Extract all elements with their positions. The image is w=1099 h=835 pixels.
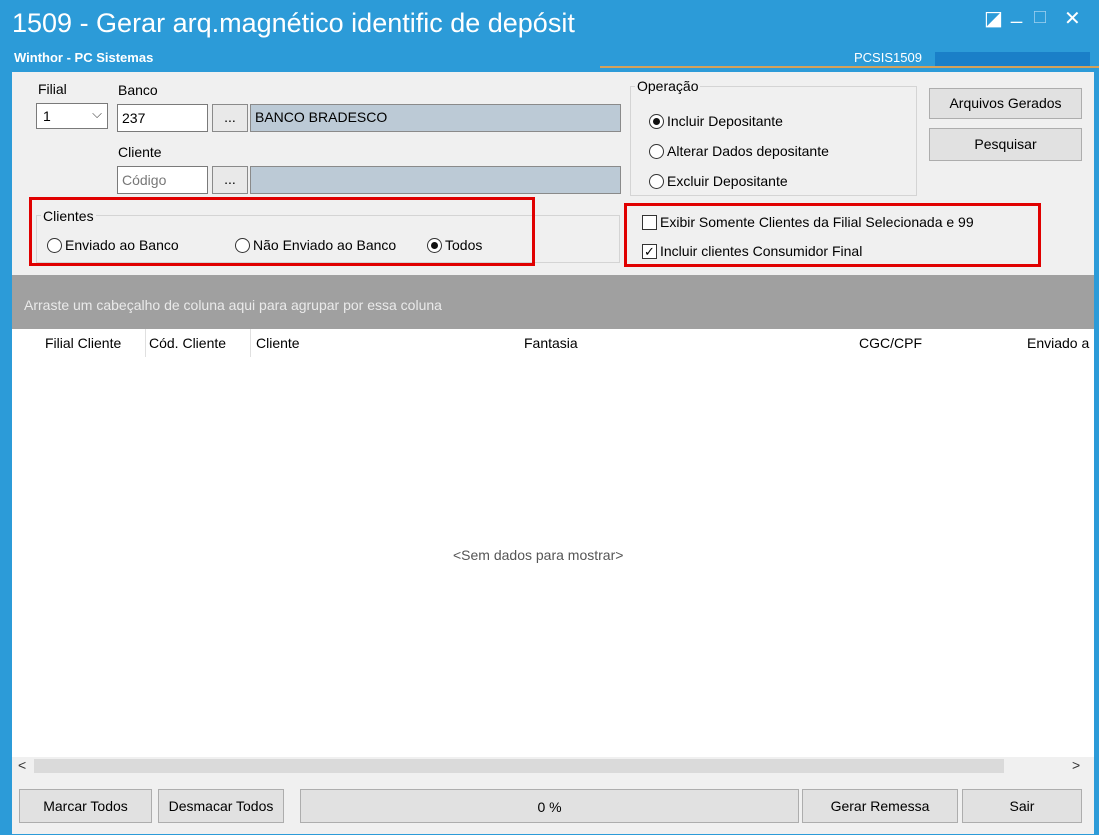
radio-alterar-depositante[interactable]: Alterar Dados depositante [649, 143, 829, 159]
progress-text: 0 % [537, 799, 562, 815]
window-edge [1094, 72, 1099, 835]
radio-incluir-depositante[interactable]: Incluir Depositante [649, 113, 783, 129]
cliente-code-input[interactable]: Código [117, 166, 208, 194]
operacao-title: Operação [635, 78, 701, 94]
horizontal-scrollbar[interactable]: < > [12, 757, 1094, 775]
filial-value: 1 [43, 108, 51, 124]
marcar-todos-button[interactable]: Marcar Todos [19, 789, 152, 823]
minimize-icon[interactable]: _ [1011, 2, 1022, 25]
column-header-cgc-cpf[interactable]: CGC/CPF [859, 335, 922, 351]
app-subtitle: Winthor - PC Sistemas [14, 50, 154, 65]
cliente-lookup-button[interactable]: ... [212, 166, 248, 194]
filial-select[interactable]: 1 ⌵ [36, 103, 108, 129]
radio-selected-icon [649, 113, 664, 129]
banco-label: Banco [118, 82, 158, 98]
empty-grid-message: <Sem dados para mostrar> [453, 547, 624, 563]
column-header-enviado[interactable]: Enviado a [1027, 335, 1094, 351]
gerar-remessa-button[interactable]: Gerar Remessa [802, 789, 958, 823]
highlight-box-checkboxes [624, 203, 1041, 267]
chevron-down-icon: ⌵ [92, 106, 102, 121]
scrollbar-thumb[interactable] [34, 759, 1004, 773]
highlight-box-clientes [29, 197, 535, 266]
banco-lookup-button[interactable]: ... [212, 104, 248, 132]
title-bar: 1509 - Gerar arq.magnético identific de … [0, 0, 1099, 72]
column-header-filial-cliente[interactable]: Filial Cliente [45, 335, 121, 351]
radio-label: Excluir Depositante [667, 173, 788, 189]
cliente-name-field [250, 166, 621, 194]
progress-bar: 0 % [300, 789, 799, 823]
radio-label: Alterar Dados depositante [667, 143, 829, 159]
title-accent-bar [935, 52, 1090, 66]
operacao-groupbox: Operação Incluir Depositante Alterar Dad… [630, 78, 917, 196]
arquivos-gerados-button[interactable]: Arquivos Gerados [929, 88, 1082, 119]
form-code: PCSIS1509 [854, 50, 922, 65]
window-title: 1509 - Gerar arq.magnético identific de … [12, 8, 575, 38]
data-grid[interactable]: Filial Cliente Cód. Cliente Cliente Fant… [12, 329, 1094, 757]
radio-icon [649, 173, 664, 189]
group-by-panel[interactable]: Arraste um cabeçalho de coluna aqui para… [12, 275, 1094, 329]
column-header-cod-cliente[interactable]: Cód. Cliente [149, 335, 226, 351]
column-header-fantasia[interactable]: Fantasia [524, 335, 578, 351]
close-icon[interactable]: ✕ [1064, 6, 1081, 31]
desmarcar-todos-button[interactable]: Desmacar Todos [158, 789, 284, 823]
cliente-label: Cliente [118, 144, 162, 160]
restore-icon[interactable]: ◪ [984, 6, 1003, 31]
filial-label: Filial [38, 81, 67, 97]
sair-button[interactable]: Sair [962, 789, 1082, 823]
pesquisar-button[interactable]: Pesquisar [929, 128, 1082, 161]
maximize-icon[interactable]: □ [1034, 6, 1046, 29]
form-content: Filial 1 ⌵ Banco 237 ... BANCO BRADESCO … [12, 72, 1094, 834]
banco-code-input[interactable]: 237 [117, 104, 208, 132]
app-window: 1509 - Gerar arq.magnético identific de … [0, 0, 1099, 835]
banco-name-field: BANCO BRADESCO [250, 104, 621, 132]
radio-label: Incluir Depositante [667, 113, 783, 129]
scroll-right-icon[interactable]: > [1072, 757, 1080, 773]
column-divider [250, 329, 251, 357]
radio-excluir-depositante[interactable]: Excluir Depositante [649, 173, 788, 189]
group-by-hint: Arraste um cabeçalho de coluna aqui para… [24, 297, 442, 313]
column-header-cliente[interactable]: Cliente [256, 335, 300, 351]
radio-icon [649, 143, 664, 159]
column-divider [145, 329, 146, 357]
scroll-left-icon[interactable]: < [18, 757, 26, 773]
title-divider [600, 66, 1099, 68]
